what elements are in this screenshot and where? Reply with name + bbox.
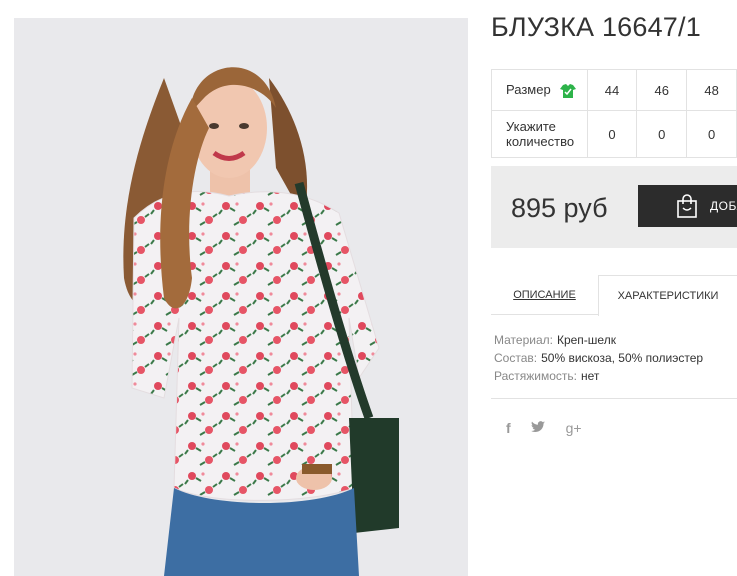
google-plus-icon[interactable]: g+ [566, 420, 582, 436]
size-chart-icon[interactable] [560, 83, 577, 98]
size-table: Размер 44 46 48 Укажите количество 0 0 0 [491, 69, 737, 158]
price-box: 895 руб ДОБА [491, 166, 737, 248]
quantity-48[interactable]: 0 [686, 110, 737, 158]
quantity-46[interactable]: 0 [636, 110, 688, 158]
price: 895 руб [511, 193, 608, 223]
characteristics-list: Материал: Креп-шелк Состав: 50% вискоза, 5… [494, 331, 703, 385]
twitter-icon[interactable] [531, 420, 546, 436]
characteristic-stretch: Растяжимость: нет [494, 369, 600, 383]
tab-divider [491, 314, 598, 315]
product-title: БЛУЗКА 16647/1 [491, 12, 701, 42]
divider [491, 398, 737, 399]
characteristic-material: Материал: Креп-шелк [494, 333, 616, 347]
add-to-cart-label: ДОБА [710, 199, 737, 213]
size-44[interactable]: 44 [586, 69, 638, 111]
product-image[interactable] [14, 18, 468, 576]
quantity-44[interactable]: 0 [586, 110, 638, 158]
tab-characteristics[interactable]: ХАРАКТЕРИСТИКИ [598, 275, 737, 316]
social-share: f g+ [506, 420, 598, 438]
size-46[interactable]: 46 [636, 69, 688, 111]
quantity-row-label: Укажите количество [491, 110, 588, 158]
size-48[interactable]: 48 [686, 69, 737, 111]
size-row-label: Размер [491, 69, 588, 111]
add-to-cart-button[interactable]: ДОБА [638, 185, 737, 227]
characteristic-composition: Состав: 50% вискоза, 50% полиэстер [494, 351, 704, 365]
tab-description[interactable]: ОПИСАНИЕ [491, 275, 598, 315]
shopping-bag-icon [676, 194, 698, 221]
facebook-icon[interactable]: f [506, 420, 511, 436]
product-tabs: ОПИСАНИЕ ХАРАКТЕРИСТИКИ [491, 275, 737, 316]
